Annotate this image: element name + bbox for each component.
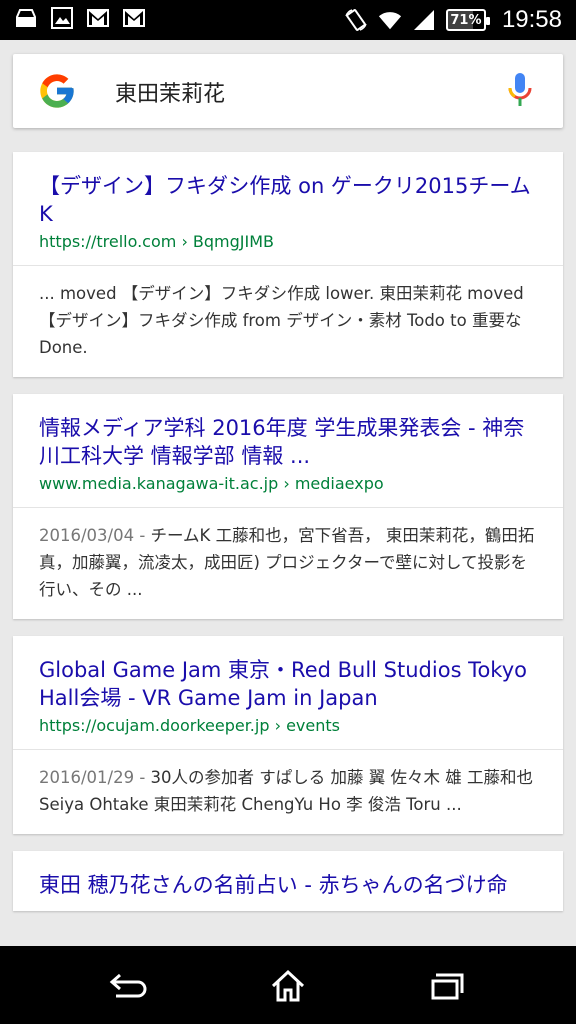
result-url[interactable]: www.media.kanagawa-it.ac.jp › mediaexpo bbox=[39, 474, 537, 493]
result-snippet: ... moved 【デザイン】フキダシ作成 lower. 東田茉莉花 move… bbox=[13, 266, 563, 377]
result-title-link[interactable]: 東田 穂乃花さんの名前占い - 赤ちゃんの名づけ命 bbox=[39, 871, 537, 899]
status-bar: 71% 19:58 bbox=[0, 0, 576, 40]
screen-rotate-icon bbox=[344, 8, 368, 32]
result-url[interactable]: https://trello.com › BqmgJIMB bbox=[39, 232, 537, 251]
image-icon bbox=[50, 6, 74, 30]
result-date: 2016/01/29 - bbox=[39, 768, 151, 787]
result-snippet: 2016/01/29 - 30人の参加者 すぱしる 加藤 翼 佐々木 雄 工藤和… bbox=[13, 750, 563, 834]
battery-indicator: 71% bbox=[445, 9, 490, 31]
navigation-bar bbox=[0, 946, 576, 1024]
clock: 19:58 bbox=[501, 6, 562, 33]
result-title-link[interactable]: 情報メディア学科 2016年度 学生成果発表会 - 神奈川工科大学 情報学部 情… bbox=[39, 414, 537, 470]
result-card[interactable]: 東田 穂乃花さんの名前占い - 赤ちゃんの名づけ命 bbox=[13, 851, 563, 911]
recents-icon[interactable] bbox=[428, 966, 468, 1006]
result-card[interactable]: 【デザイン】フキダシ作成 on ゲークリ2015チームK https://tre… bbox=[13, 152, 563, 377]
result-snippet: 2016/03/04 - チームK 工藤和也，宮下省吾， 東田茉莉花，鶴田拓真，… bbox=[13, 508, 563, 619]
gmail-icon bbox=[86, 6, 110, 30]
wifi-icon bbox=[378, 8, 402, 32]
result-title-link[interactable]: Global Game Jam 東京・Red Bull Studios Toky… bbox=[39, 656, 537, 712]
home-icon[interactable] bbox=[268, 966, 308, 1006]
signal-icon bbox=[412, 8, 436, 32]
notification-icons bbox=[14, 6, 146, 30]
result-card[interactable]: Global Game Jam 東京・Red Bull Studios Toky… bbox=[13, 636, 563, 834]
search-query[interactable]: 東田茉莉花 bbox=[115, 76, 225, 108]
gmail-icon bbox=[122, 6, 146, 30]
battery-percent: 71% bbox=[450, 12, 482, 28]
back-icon[interactable] bbox=[108, 966, 148, 1006]
search-results: 【デザイン】フキダシ作成 on ゲークリ2015チームK https://tre… bbox=[13, 152, 563, 928]
result-url[interactable]: https://ocujam.doorkeeper.jp › events bbox=[39, 716, 537, 735]
google-g-icon[interactable] bbox=[37, 71, 77, 111]
mic-icon[interactable] bbox=[507, 72, 533, 110]
result-card[interactable]: 情報メディア学科 2016年度 学生成果発表会 - 神奈川工科大学 情報学部 情… bbox=[13, 394, 563, 619]
result-snippet-text: ... moved 【デザイン】フキダシ作成 lower. 東田茉莉花 move… bbox=[39, 284, 524, 357]
tray-icon bbox=[14, 6, 38, 30]
result-title-link[interactable]: 【デザイン】フキダシ作成 on ゲークリ2015チームK bbox=[39, 172, 537, 228]
search-bar[interactable]: 東田茉莉花 bbox=[13, 54, 563, 128]
result-date: 2016/03/04 - bbox=[39, 526, 151, 545]
